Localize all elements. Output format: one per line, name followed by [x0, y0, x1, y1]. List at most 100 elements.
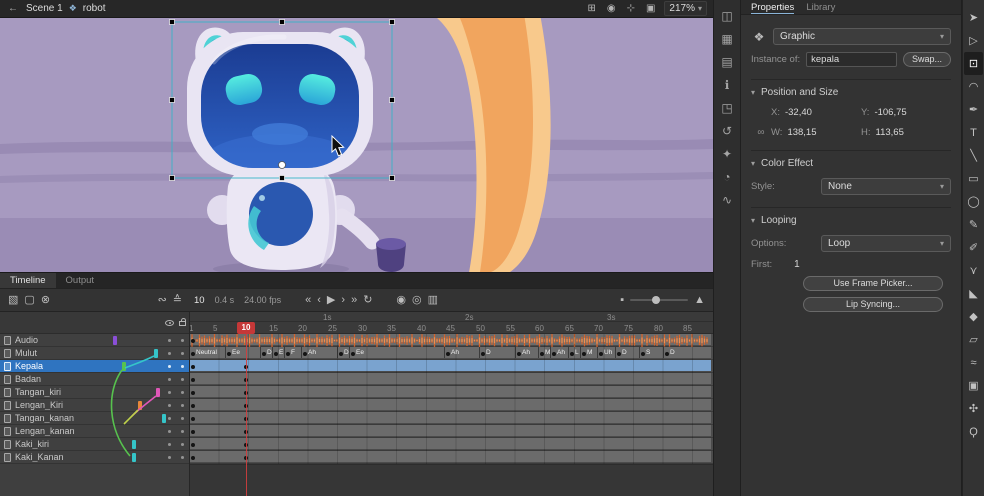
subselection-tool[interactable]: ▷ — [964, 29, 983, 52]
camera-tool[interactable]: ▣ — [964, 374, 983, 397]
layer-item-kaki_kanan[interactable]: Kaki_Kanan — [0, 451, 189, 464]
step-forward-icon[interactable]: › — [341, 289, 345, 311]
tab-properties[interactable]: Properties — [751, 1, 794, 14]
keyframe[interactable] — [286, 352, 290, 356]
lock-icon[interactable] — [176, 319, 189, 326]
frame-span[interactable] — [190, 386, 711, 397]
loop-icon[interactable]: ↻ — [363, 289, 372, 311]
tab-output[interactable]: Output — [56, 273, 105, 288]
layer-visibility-dot[interactable] — [163, 404, 176, 407]
layer-lock-dot[interactable] — [176, 352, 189, 355]
layer-visibility-dot[interactable] — [163, 352, 176, 355]
keyframe[interactable] — [665, 352, 669, 356]
keyframe[interactable] — [191, 443, 195, 447]
step-back-icon[interactable]: ‹ — [317, 289, 321, 311]
frame-rate-readout[interactable]: 24.00 fps — [244, 295, 281, 305]
frame-span[interactable] — [190, 425, 711, 436]
frame-row-kaki_kiri[interactable] — [190, 438, 713, 451]
keyframe[interactable] — [191, 339, 195, 343]
frame-row-tangan_kiri[interactable] — [190, 386, 713, 399]
frame-row-lengan_kanan[interactable] — [190, 425, 713, 438]
h-value[interactable]: 113,65 — [876, 127, 904, 138]
brushes-panel-icon[interactable]: ✦ — [716, 142, 738, 165]
color-effect-section-header[interactable]: ▾ Color Effect — [751, 150, 951, 169]
oval-tool[interactable]: ◯ — [964, 190, 983, 213]
line-tool[interactable]: ╲ — [964, 144, 983, 167]
stage-canvas[interactable] — [0, 18, 713, 272]
edit-multiple-frames-icon[interactable]: ▥ — [428, 289, 438, 311]
insert-layer-icon[interactable]: ▧ — [8, 289, 18, 311]
keyframe[interactable] — [339, 352, 343, 356]
layer-lock-dot[interactable] — [176, 404, 189, 407]
link-dimensions-icon[interactable]: ∞ — [751, 127, 771, 138]
go-to-last-frame-icon[interactable]: » — [351, 289, 357, 311]
tab-timeline[interactable]: Timeline — [0, 273, 56, 288]
transform-point[interactable] — [279, 162, 286, 169]
position-size-section-header[interactable]: ▾ Position and Size — [751, 79, 951, 98]
layer-item-lengan_kanan[interactable]: Lengan_kanan — [0, 425, 189, 438]
keyframe[interactable] — [570, 352, 574, 356]
frame-row-badan[interactable] — [190, 373, 713, 386]
keyframe[interactable] — [617, 352, 621, 356]
keyframe[interactable] — [540, 352, 544, 356]
frame-row-lengan_kiri[interactable] — [190, 399, 713, 412]
layer-lock-dot[interactable] — [176, 391, 189, 394]
onion-skin-outlines-icon[interactable]: ◎ — [412, 289, 422, 311]
pen-tool[interactable]: ✒ — [964, 98, 983, 121]
layer-visibility-dot[interactable] — [163, 339, 176, 342]
keyframe[interactable] — [191, 391, 195, 395]
frame-span[interactable] — [190, 438, 711, 449]
loop-options-dropdown[interactable]: Loop ▾ — [821, 235, 951, 252]
pencil-tool[interactable]: ✎ — [964, 213, 983, 236]
bone-tool[interactable]: ⋎ — [964, 259, 983, 282]
layer-lock-dot[interactable] — [176, 417, 189, 420]
instance-name-input[interactable] — [806, 52, 897, 67]
motion-panel-icon[interactable]: ∿ — [716, 188, 738, 211]
keyframe[interactable] — [351, 352, 355, 356]
keyframe[interactable] — [446, 352, 450, 356]
playhead-handle[interactable]: 10 — [237, 322, 255, 334]
lasso-tool[interactable]: ◠ — [964, 75, 983, 98]
frame-span[interactable] — [190, 334, 711, 345]
delete-layer-icon[interactable]: ⊗ — [41, 289, 50, 311]
paint-bucket-tool[interactable]: ◣ — [964, 282, 983, 305]
go-to-first-frame-icon[interactable]: « — [305, 289, 311, 311]
frame-span[interactable] — [190, 373, 711, 384]
frame-row-kepala[interactable] — [190, 360, 713, 373]
looping-section-header[interactable]: ▾ Looping — [751, 207, 951, 226]
text-tool[interactable]: T — [964, 121, 983, 144]
zoom-select[interactable]: 217% ▾ — [664, 1, 707, 16]
layer-lock-dot[interactable] — [176, 365, 189, 368]
keyframe[interactable] — [262, 352, 266, 356]
layer-lock-dot[interactable] — [176, 443, 189, 446]
frame-span[interactable] — [190, 412, 711, 423]
layer-visibility-dot[interactable] — [163, 417, 176, 420]
keyframe[interactable] — [191, 352, 195, 356]
layer-visibility-dot[interactable] — [163, 430, 176, 433]
layer-item-lengan_kiri[interactable]: Lengan_Kiri — [0, 399, 189, 412]
eye-icon[interactable] — [163, 320, 176, 326]
keyframe[interactable] — [552, 352, 556, 356]
width-tool[interactable]: ≈ — [964, 351, 983, 374]
new-folder-icon[interactable]: ▢ — [24, 289, 34, 311]
keyframe[interactable] — [191, 456, 195, 460]
large-frame-view-icon[interactable]: ▲ — [694, 289, 705, 311]
layer-lock-dot[interactable] — [176, 339, 189, 342]
keyframe[interactable] — [191, 404, 195, 408]
onion-skin-icon[interactable]: ◉ — [396, 289, 406, 311]
frame-row-tangan_kanan[interactable] — [190, 412, 713, 425]
layer-depth-icon[interactable]: ≙ — [173, 289, 182, 311]
slider-knob[interactable] — [652, 296, 660, 304]
small-frame-view-icon[interactable]: ▪ — [620, 289, 624, 311]
tab-library[interactable]: Library — [806, 1, 835, 14]
frame-row-kaki_kanan[interactable] — [190, 451, 713, 464]
keyframe[interactable] — [191, 430, 195, 434]
transform-panel-icon[interactable]: ◳ — [716, 96, 738, 119]
lip-syncing-button[interactable]: Lip Syncing... — [803, 297, 943, 312]
w-value[interactable]: 138,15 — [787, 127, 816, 138]
eyedropper-tool[interactable]: ◆ — [964, 305, 983, 328]
keyframe[interactable] — [517, 352, 521, 356]
layer-item-kaki_kiri[interactable]: Kaki_kiri — [0, 438, 189, 451]
clip-content-icon[interactable]: ▣ — [644, 0, 657, 18]
keyframe[interactable] — [227, 352, 231, 356]
